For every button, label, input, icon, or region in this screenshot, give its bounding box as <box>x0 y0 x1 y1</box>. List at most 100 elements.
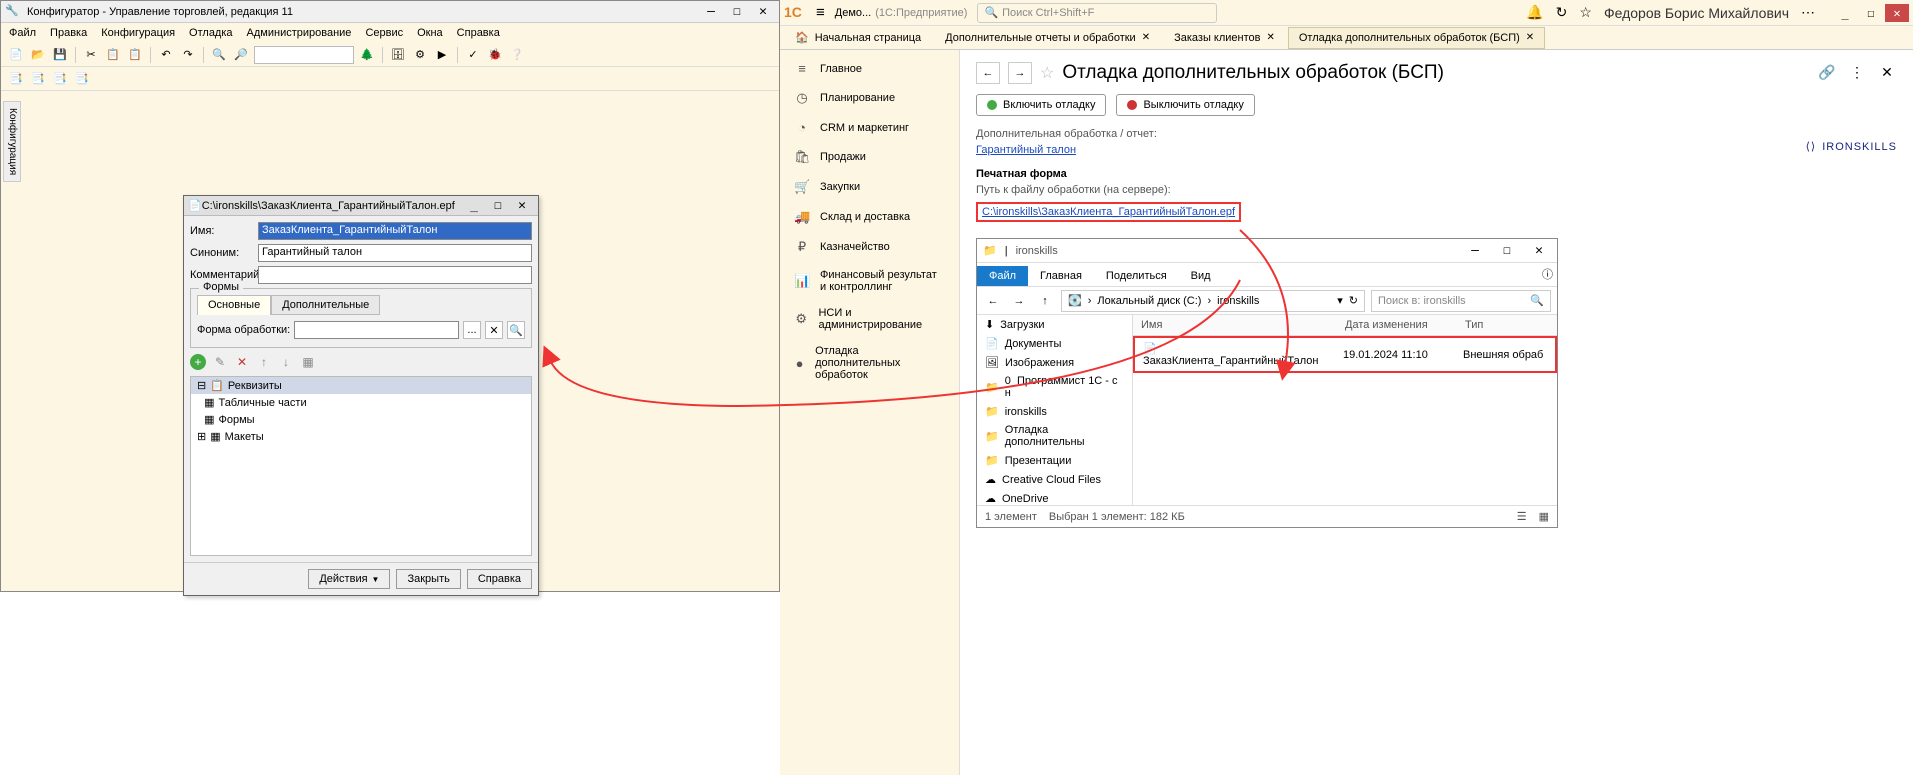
user-name[interactable]: Федоров Борис Михайлович <box>1604 5 1789 21</box>
menu-debug[interactable]: Отладка <box>189 27 232 39</box>
tab-debug[interactable]: Отладка дополнительных обработок (БСП)✕ <box>1288 27 1545 49</box>
exp-close-button[interactable]: ✕ <box>1527 242 1551 260</box>
view-details-icon[interactable]: ☰ <box>1517 510 1527 523</box>
file-row[interactable]: 📄 ЗаказКлиента_ГарантийныйТалон 19.01.20… <box>1133 336 1557 373</box>
delete-icon[interactable]: ✕ <box>234 354 250 370</box>
paste-icon[interactable]: 📋 <box>126 46 144 64</box>
help-button[interactable]: Справка <box>467 569 532 589</box>
nav-back-button[interactable]: ← <box>976 62 1000 84</box>
dlg-close-button[interactable]: ✕ <box>510 197 534 215</box>
sidebar-item-sales[interactable]: 🛍Продажи <box>780 142 959 172</box>
content-close-icon[interactable]: ✕ <box>1877 62 1897 82</box>
run-icon[interactable]: ▶ <box>433 46 451 64</box>
maximize-button[interactable]: ☐ <box>725 3 749 21</box>
edit-icon[interactable]: ✎ <box>212 354 228 370</box>
exp-tab-home[interactable]: Главная <box>1028 266 1094 286</box>
exp-fwd-icon[interactable]: → <box>1009 291 1029 311</box>
exp-tab-view[interactable]: Вид <box>1179 266 1223 286</box>
form-input[interactable] <box>294 321 459 339</box>
sidebar-item-main[interactable]: ≡Главное <box>780 54 959 83</box>
form-search-button[interactable]: 🔍 <box>507 321 525 339</box>
explorer-tree[interactable]: ⬇Загрузки 📄Документы 🖼Изображения 📁0_Про… <box>977 315 1133 505</box>
col-name[interactable]: Имя <box>1133 315 1337 335</box>
cut-icon[interactable]: ✂ <box>82 46 100 64</box>
tree[interactable]: ⊟📋Реквизиты ▦Табличные части ▦Формы ⊞▦Ма… <box>190 376 532 556</box>
menu-file[interactable]: Файл <box>9 27 36 39</box>
up-icon[interactable]: ↑ <box>256 354 272 370</box>
tb2d-icon[interactable]: 📑 <box>73 70 91 88</box>
search-combo[interactable] <box>254 46 354 64</box>
sidebar-item-planning[interactable]: ◷Планирование <box>780 83 959 113</box>
crumb-dd-icon[interactable]: ▾ <box>1337 294 1343 307</box>
sidebar-item-finance[interactable]: 📊Финансовый результат и контроллинг <box>780 262 959 300</box>
exp-tree-ironskills[interactable]: 📁ironskills <box>977 402 1132 421</box>
col-type[interactable]: Тип <box>1457 315 1557 335</box>
exp-up-icon[interactable]: ↑ <box>1035 291 1055 311</box>
crumb-drive[interactable]: Локальный диск (C:) <box>1097 295 1201 307</box>
file-path-link[interactable]: C:\ironskills\ЗаказКлиента_ГарантийныйТа… <box>976 202 1241 222</box>
tab-home[interactable]: 🏠Начальная страница <box>784 26 932 49</box>
fav-icon[interactable]: ☆ <box>1040 63 1054 83</box>
enable-debug-button[interactable]: Включить отладку <box>976 94 1106 116</box>
tab-close-icon[interactable]: ✕ <box>1526 32 1534 43</box>
tab-additional[interactable]: Дополнительные <box>271 295 380 315</box>
exp-tree-docs[interactable]: 📄Документы <box>977 334 1132 353</box>
add-icon[interactable]: + <box>190 354 206 370</box>
synonym-input[interactable]: Гарантийный талон <box>258 244 532 262</box>
global-search[interactable]: 🔍 Поиск Ctrl+Shift+F <box>977 3 1217 23</box>
history-icon[interactable]: ↻ <box>1556 4 1568 21</box>
tree-row-templates[interactable]: ⊞▦Макеты <box>191 428 531 445</box>
open-icon[interactable]: 📂 <box>29 46 47 64</box>
exp-min-button[interactable]: — <box>1463 242 1487 260</box>
tb2c-icon[interactable]: 📑 <box>51 70 69 88</box>
form-clear-button[interactable]: ✕ <box>485 321 503 339</box>
exp-tree-present[interactable]: 📁Презентации <box>977 451 1132 470</box>
close-button2[interactable]: Закрыть <box>396 569 460 589</box>
exp-back-icon[interactable]: ← <box>983 291 1003 311</box>
comment-input[interactable] <box>258 266 532 284</box>
col-date[interactable]: Дата изменения <box>1337 315 1457 335</box>
view-large-icon[interactable]: ▦ <box>1539 510 1549 523</box>
name-input[interactable]: ЗаказКлиента_ГарантийныйТалон <box>258 222 532 240</box>
copy-icon[interactable]: 📋 <box>104 46 122 64</box>
sidebar-item-debug[interactable]: ●Отладка дополнительных обработок <box>780 338 959 388</box>
config-vtab[interactable]: Конфигурация <box>3 101 21 182</box>
menu-windows[interactable]: Окна <box>417 27 443 39</box>
minimize-button[interactable]: — <box>699 3 723 21</box>
tab-main[interactable]: Основные <box>197 295 271 315</box>
app-close-button[interactable]: ✕ <box>1885 4 1909 22</box>
close-button[interactable]: ✕ <box>751 3 775 21</box>
tab-close-icon[interactable]: ✕ <box>1266 32 1274 43</box>
more-icon[interactable]: ⋮ <box>1847 62 1867 82</box>
bell-icon[interactable]: 🔔 <box>1526 4 1543 21</box>
exp-tab-share[interactable]: Поделиться <box>1094 266 1179 286</box>
app-max-button[interactable]: ☐ <box>1859 4 1883 22</box>
menu-config[interactable]: Конфигурация <box>101 27 175 39</box>
menu-edit[interactable]: Правка <box>50 27 87 39</box>
crumb-refresh-icon[interactable]: ↻ <box>1349 294 1358 307</box>
sidebar-item-crm[interactable]: ◔CRM и маркетинг <box>780 113 959 142</box>
find-icon[interactable]: 🔍 <box>210 46 228 64</box>
undo-icon[interactable]: ↶ <box>157 46 175 64</box>
nav-fwd-button[interactable]: → <box>1008 62 1032 84</box>
menu-icon[interactable]: ⋯ <box>1801 4 1815 21</box>
tb2b-icon[interactable]: 📑 <box>29 70 47 88</box>
tree-row-tables[interactable]: ▦Табличные части <box>191 394 531 411</box>
sidebar-item-nsi[interactable]: ⚙НСИ и администрирование <box>780 300 959 338</box>
search-icon[interactable]: 🔎 <box>232 46 250 64</box>
menu-admin[interactable]: Администрирование <box>247 27 352 39</box>
db-icon[interactable]: 🗄 <box>389 46 407 64</box>
crumb-folder[interactable]: ironskills <box>1217 295 1259 307</box>
tb2a-icon[interactable]: 📑 <box>7 70 25 88</box>
tree-row-requisites[interactable]: ⊟📋Реквизиты <box>191 377 531 394</box>
burger-icon[interactable]: ≡ <box>816 4 825 21</box>
exp-max-button[interactable]: ☐ <box>1495 242 1519 260</box>
tab-reports[interactable]: Дополнительные отчеты и обработки✕ <box>934 27 1161 49</box>
save-icon[interactable]: 💾 <box>51 46 69 64</box>
dlg-max-button[interactable]: ☐ <box>486 197 510 215</box>
explorer-search[interactable]: Поиск в: ironskills 🔍 <box>1371 290 1551 312</box>
menu-help[interactable]: Справка <box>457 27 500 39</box>
actions-button[interactable]: Действия▼ <box>308 569 390 589</box>
exp-tree-onedrive[interactable]: ☁OneDrive <box>977 489 1132 505</box>
tab-close-icon[interactable]: ✕ <box>1142 32 1150 43</box>
